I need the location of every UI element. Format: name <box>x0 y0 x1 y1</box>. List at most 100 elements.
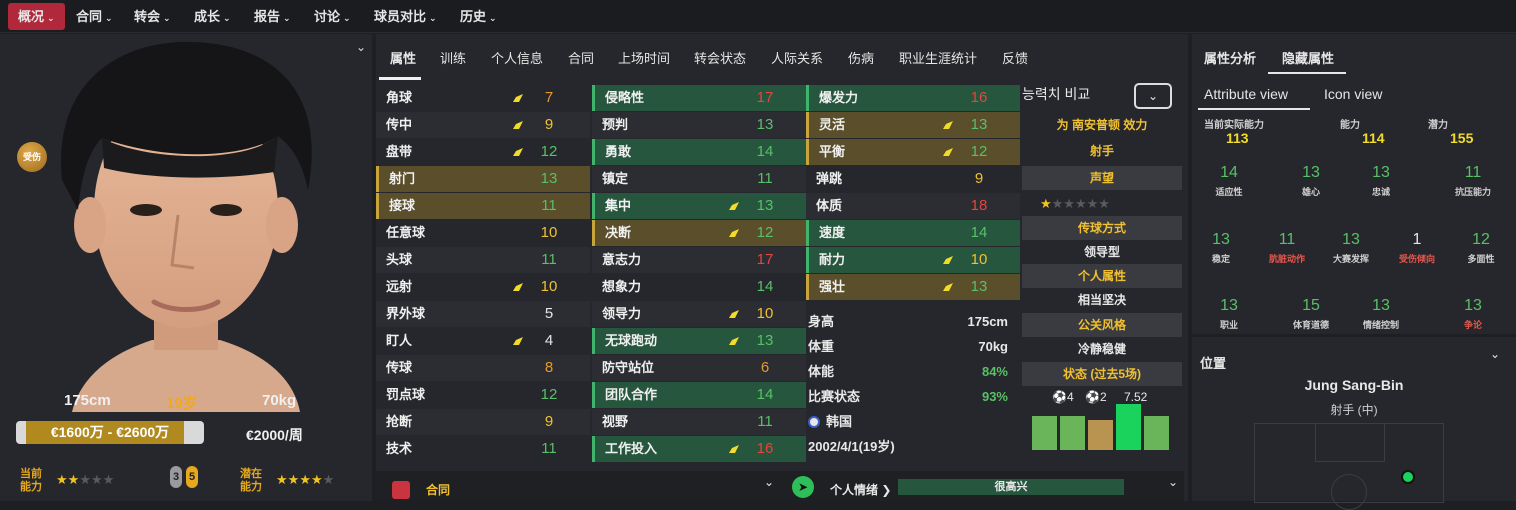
attribute-name: 想象力 <box>602 279 642 294</box>
attribute-row[interactable]: 领导力 10 <box>592 301 806 327</box>
tab[interactable]: 属性 <box>390 48 416 67</box>
tab[interactable]: 人际关系 <box>771 48 823 67</box>
attribute-row[interactable]: 强壮 13 <box>806 274 1020 300</box>
attribute-name: 意志力 <box>602 252 642 267</box>
attribute-row[interactable]: 视野 11 <box>592 409 806 435</box>
attribute-row[interactable]: 射门 13 <box>376 166 590 192</box>
attribute-row[interactable]: 决断 12 <box>592 220 806 246</box>
tab-hidden-attributes[interactable]: 隐藏属性 <box>1282 48 1334 67</box>
attribute-name: 盘带 <box>386 144 413 159</box>
attribute-row[interactable]: 角球 7 <box>376 85 590 111</box>
attribute-row[interactable]: 集中 13 <box>592 193 806 219</box>
attribute-row[interactable]: 传中 9 <box>376 112 590 138</box>
nav-item[interactable]: 讨论 ⌄ <box>304 3 361 30</box>
tab[interactable]: 伤病 <box>848 48 874 67</box>
attribute-name: 预判 <box>602 117 629 132</box>
chevron-down-icon: ⌄ <box>105 13 113 23</box>
center-circle <box>1331 474 1367 510</box>
form-bar <box>1032 416 1057 450</box>
avg-rating: 7.52 <box>1123 390 1148 404</box>
trend-arrow-icon <box>729 310 739 318</box>
nav-item[interactable]: 球员对比 ⌄ <box>364 3 447 30</box>
compare-dropdown[interactable]: ⌄ <box>1134 83 1172 109</box>
nav-item[interactable]: 转会 ⌄ <box>124 3 181 30</box>
chevron-down-icon[interactable]: ⌄ <box>764 475 774 489</box>
attribute-row[interactable]: 侵略性 17 <box>592 85 806 111</box>
attribute-row[interactable]: 镇定 11 <box>592 166 806 192</box>
contract-link[interactable]: 合同 <box>426 481 450 498</box>
tab[interactable]: 转会状态 <box>694 48 746 67</box>
attribute-row[interactable]: 想象力 14 <box>592 274 806 300</box>
tab[interactable]: 合同 <box>568 48 594 67</box>
attribute-name: 远射 <box>386 279 413 294</box>
attribute-row[interactable]: 盯人 4 <box>376 328 590 354</box>
tab[interactable]: 上场时间 <box>618 48 670 67</box>
hidden-attribute: 12 多面性 <box>1446 231 1516 265</box>
attribute-row[interactable]: 勇敢 14 <box>592 139 806 165</box>
attribute-value: 12 <box>756 224 774 241</box>
attribute-name: 体质 <box>816 198 843 213</box>
player-photo <box>61 41 312 412</box>
tab[interactable]: 反馈 <box>1002 48 1028 67</box>
hidden-attribute-value: 13 <box>1464 297 1482 314</box>
chevron-down-icon[interactable]: ⌄ <box>1168 475 1178 489</box>
goals-icon: ⚽ <box>1052 390 1067 404</box>
trend-arrow-icon <box>729 337 739 345</box>
attribute-row[interactable]: 预判 13 <box>592 112 806 138</box>
top-nav: 概况 ⌄ 合同 ⌄ 转会 ⌄ 成长 ⌄ 报告 ⌄ 讨论 ⌄ 球员对比 ⌄ 历史 ⌄ <box>0 0 1516 33</box>
chevron-down-icon[interactable]: ⌄ <box>1490 347 1500 361</box>
tab[interactable]: 个人信息 <box>491 48 543 67</box>
hidden-attribute-value: 13 <box>1220 297 1238 314</box>
transfer-value[interactable]: €1600万 - €2600万 <box>16 421 204 444</box>
injury-badge[interactable]: 受伤 <box>17 142 47 172</box>
chevron-down-icon[interactable]: ⌄ <box>356 40 366 54</box>
attribute-value: 11 <box>541 197 557 214</box>
attribute-row[interactable]: 界外球 5 <box>376 301 590 327</box>
contract-icon <box>392 481 410 499</box>
attribute-row[interactable]: 体质 18 <box>806 193 1020 219</box>
attribute-row[interactable]: 罚点球 12 <box>376 382 590 408</box>
attribute-row[interactable]: 灵活 13 <box>806 112 1020 138</box>
attribute-row[interactable]: 抢断 9 <box>376 409 590 435</box>
attribute-name: 侵略性 <box>605 90 645 105</box>
attribute-row[interactable]: 无球跑动 13 <box>592 328 806 354</box>
attribute-name: 集中 <box>605 198 632 213</box>
tab[interactable]: 训练 <box>440 48 466 67</box>
nav-item[interactable]: 报告 ⌄ <box>244 3 301 30</box>
attribute-row[interactable]: 盘带 12 <box>376 139 590 165</box>
attribute-row[interactable]: 工作投入 16 <box>592 436 806 462</box>
attribute-value: 7 <box>544 89 554 106</box>
attribute-row[interactable]: 速度 14 <box>806 220 1020 246</box>
nav-item[interactable]: 历史 ⌄ <box>450 3 507 30</box>
attribute-row[interactable]: 团队合作 14 <box>592 382 806 408</box>
current-ability-stars: ★★★★★ <box>56 472 115 487</box>
tab[interactable]: 职业生涯统计 <box>899 48 977 67</box>
attribute-row[interactable]: 技术 11 <box>376 436 590 462</box>
attribute-row[interactable]: 防守站位 6 <box>592 355 806 381</box>
attribute-row[interactable]: 弹跳 9 <box>806 166 1020 192</box>
nav-item[interactable]: 成长 ⌄ <box>184 3 241 30</box>
nation[interactable]: 韩国 <box>808 409 852 434</box>
attribute-row[interactable]: 远射 10 <box>376 274 590 300</box>
position-marker <box>1401 470 1415 484</box>
attribute-row[interactable]: 意志力 17 <box>592 247 806 273</box>
attribute-row[interactable]: 爆发力 16 <box>806 85 1020 111</box>
trend-arrow-icon <box>513 337 523 345</box>
nav-item[interactable]: 概况 ⌄ <box>8 3 65 30</box>
tab-attribute-analysis[interactable]: 属性分析 <box>1204 48 1256 67</box>
icon-view-toggle[interactable]: Icon view <box>1324 86 1382 102</box>
attribute-row[interactable]: 传球 8 <box>376 355 590 381</box>
attribute-row[interactable]: 耐力 10 <box>806 247 1020 273</box>
attribute-row[interactable]: 任意球 10 <box>376 220 590 246</box>
attribute-value: 9 <box>544 116 554 133</box>
attribute-row[interactable]: 接球 11 <box>376 193 590 219</box>
attribute-view-toggle[interactable]: Attribute view <box>1204 86 1288 102</box>
hidden-attribute-label: 职业 <box>1219 320 1238 330</box>
attribute-row[interactable]: 头球 11 <box>376 247 590 273</box>
active-view-indicator <box>1198 108 1310 110</box>
attribute-row[interactable]: 平衡 12 <box>806 139 1020 165</box>
attribute-name: 盯人 <box>386 333 413 348</box>
position-panel: 位置 ⌄ Jung Sang-Bin 射手 (中) <box>1192 337 1516 510</box>
attribute-value: 14 <box>756 386 774 403</box>
nav-item[interactable]: 合同 ⌄ <box>66 3 123 30</box>
